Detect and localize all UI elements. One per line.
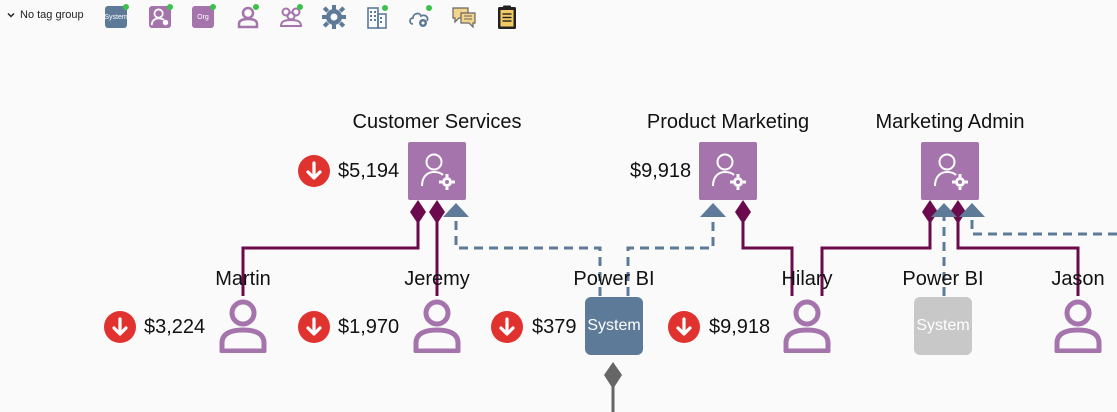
role-node-marketing-admin[interactable] xyxy=(921,142,979,200)
system-box-text: System xyxy=(587,317,641,334)
status-dot xyxy=(167,4,173,10)
status-dot xyxy=(123,4,129,10)
person-node-jason[interactable] xyxy=(1053,297,1103,353)
system-value-power-bi: $379 xyxy=(532,316,577,338)
org-tag-icon[interactable]: Org xyxy=(192,4,218,30)
link-offscreen-marketing-admin xyxy=(970,216,1117,236)
diamond-head xyxy=(922,200,938,224)
person-label-martin: Martin xyxy=(215,268,271,290)
role-value-product-marketing: $9,918 xyxy=(630,160,692,182)
chevron-down-icon xyxy=(7,12,15,18)
person-label-hilary: Hilary xyxy=(781,268,833,290)
arrow-head xyxy=(700,203,726,217)
person-icon xyxy=(413,299,461,353)
solid-link-heads xyxy=(410,200,966,224)
down-arrow-icon xyxy=(491,311,523,343)
person-icon xyxy=(219,299,267,353)
person-node-jeremy[interactable] xyxy=(412,297,462,353)
person-node-martin[interactable] xyxy=(218,297,268,353)
person-value-martin: $3,224 xyxy=(144,316,206,338)
arrow-head xyxy=(931,203,957,217)
down-arrow-icon xyxy=(298,155,330,187)
gear-icon[interactable] xyxy=(321,4,347,30)
clipboard-icon[interactable] xyxy=(494,4,520,30)
down-arrow-icon xyxy=(104,311,136,343)
system-box-text: System xyxy=(916,317,970,334)
role-label-customer-services: Customer Services xyxy=(352,111,522,133)
person-label-jason: Jason xyxy=(1051,268,1105,290)
system-label-power-bi: Power BI xyxy=(573,268,655,290)
cloud-gear-icon[interactable] xyxy=(407,4,433,30)
group-icon[interactable] xyxy=(278,4,304,30)
down-arrow-icon xyxy=(668,311,700,343)
role-node-product-marketing[interactable] xyxy=(699,142,757,200)
dashed-link-heads xyxy=(443,203,985,217)
toolbar: No tag group System Org xyxy=(0,0,1117,36)
tag-group-label: No tag group xyxy=(20,9,84,21)
role-value-customer-services: $5,194 xyxy=(338,160,400,182)
person-gear-icon xyxy=(934,153,968,190)
tag-group-dropdown[interactable]: No tag group xyxy=(6,6,84,24)
role-node-customer-services[interactable] xyxy=(408,142,466,200)
status-dot xyxy=(210,4,216,10)
comments-icon[interactable] xyxy=(451,4,477,30)
person-value-jeremy: $1,970 xyxy=(338,316,400,338)
person-icon[interactable] xyxy=(235,4,261,30)
diamond-head xyxy=(735,200,751,224)
person-node-hilary[interactable] xyxy=(782,297,832,353)
system-node-power-bi[interactable]: System xyxy=(585,297,643,355)
arrow-head xyxy=(959,203,985,217)
system-tag-icon[interactable]: System xyxy=(104,4,131,30)
system-label-power-bi-faded: Power BI xyxy=(902,268,984,290)
down-arrow-icon xyxy=(298,311,330,343)
org-tag-text: Org xyxy=(197,13,209,21)
person-label-jeremy: Jeremy xyxy=(404,268,470,290)
system-tag-text: System xyxy=(104,13,128,21)
powerbi-bottom-connector xyxy=(604,362,622,412)
arrow-head xyxy=(443,203,469,217)
building-icon[interactable] xyxy=(364,4,390,30)
person-icon xyxy=(1054,299,1102,353)
person-gear-icon xyxy=(712,153,746,190)
person-tag-icon[interactable] xyxy=(149,4,175,30)
diamond-head xyxy=(429,200,445,224)
diamond-head xyxy=(410,200,426,224)
role-label-marketing-admin: Marketing Admin xyxy=(875,111,1025,133)
system-node-power-bi-faded[interactable]: System xyxy=(914,297,972,355)
person-value-hilary: $9,918 xyxy=(709,316,771,338)
role-label-product-marketing: Product Marketing xyxy=(646,111,810,133)
diamond-head xyxy=(950,200,966,224)
person-gear-icon xyxy=(421,153,455,190)
person-icon xyxy=(783,299,831,353)
